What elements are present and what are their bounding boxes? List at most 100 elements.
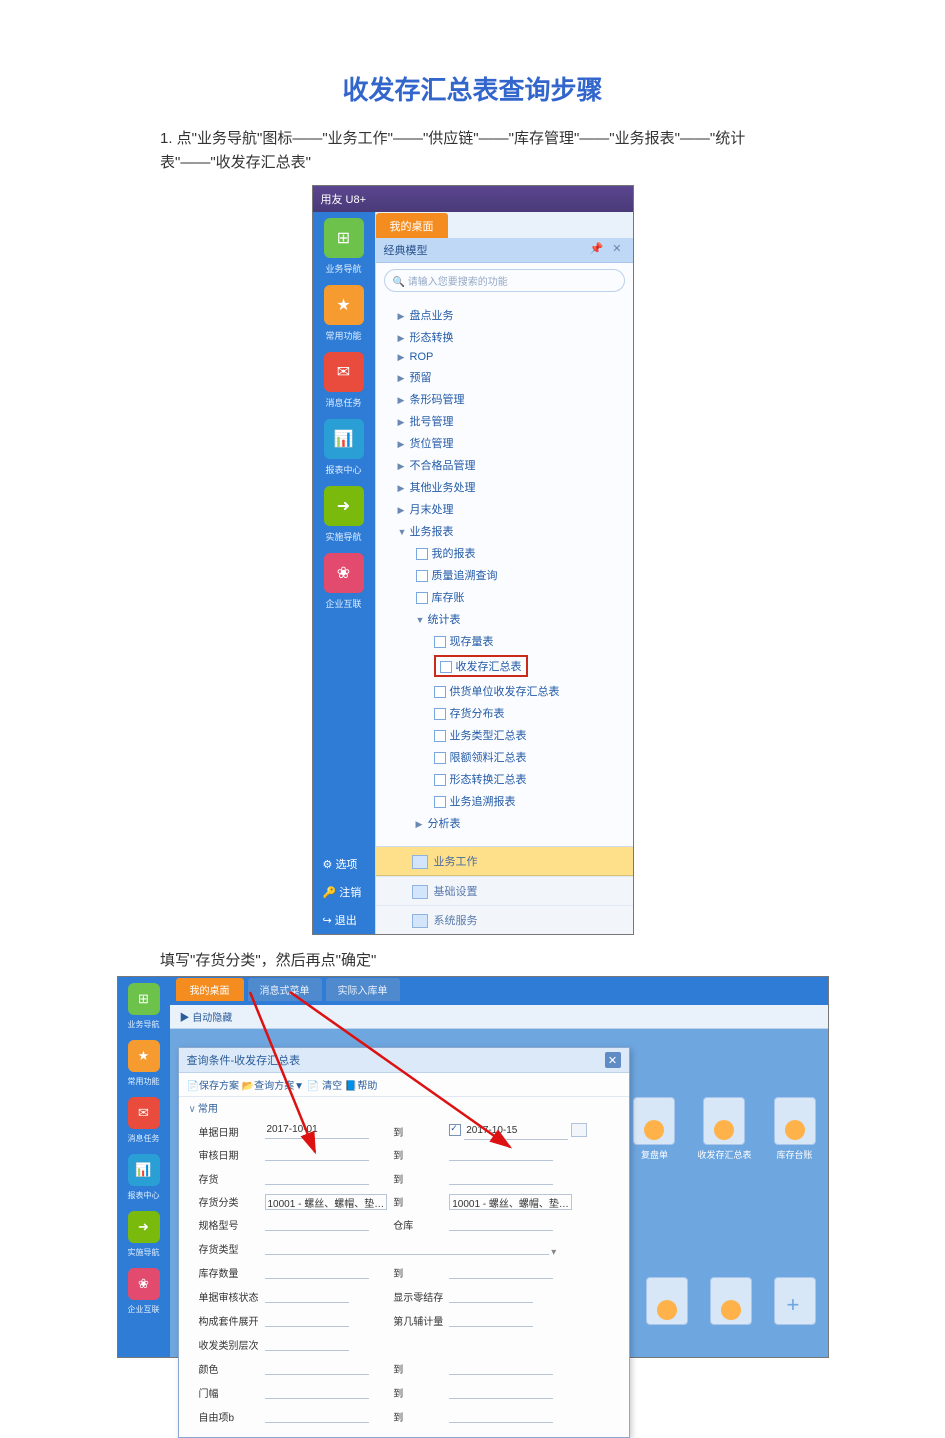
tab-inbound[interactable]: 实际入库单 xyxy=(326,978,400,1001)
desk-shortcut[interactable] xyxy=(646,1277,688,1328)
cat-to-input[interactable]: 10001 - 螺丝、螺帽、垫… xyxy=(449,1194,572,1210)
tab-menu[interactable]: 消息式菜单 xyxy=(248,978,322,1001)
dialog-section[interactable]: ∨常用 xyxy=(179,1097,629,1118)
nav-icon-message[interactable]: ✉ xyxy=(128,1097,160,1129)
tree-item[interactable]: 存货分布表 xyxy=(434,702,633,724)
nav-icon-report[interactable]: 📊 xyxy=(324,419,364,459)
size-to-input[interactable] xyxy=(449,1384,553,1399)
nav-icon-business[interactable]: ⊞ xyxy=(128,983,160,1015)
desk-add[interactable] xyxy=(774,1277,816,1328)
nav-icon-impl[interactable]: ➜ xyxy=(128,1211,160,1243)
show-zero-input[interactable] xyxy=(449,1288,533,1303)
desk-shortcut[interactable]: 收发存汇总表 xyxy=(697,1097,751,1161)
nav-label: 消息任务 xyxy=(128,1133,160,1144)
label-to: 到 xyxy=(393,1357,449,1381)
tree-item[interactable]: 业务追溯报表 xyxy=(434,790,633,812)
unit2-input[interactable] xyxy=(449,1312,533,1327)
label-to: 到 xyxy=(393,1261,449,1285)
search-input[interactable]: 🔍 请输入您要搜索的功能 xyxy=(384,269,625,292)
tree-item[interactable]: 现存量表 xyxy=(434,630,633,652)
tree-item-highlighted[interactable]: 收发存汇总表 xyxy=(434,652,633,680)
color-from-input[interactable] xyxy=(265,1360,369,1375)
tree-item-reports[interactable]: ▼业务报表 xyxy=(398,520,633,542)
cat-system-service[interactable]: 系统服务 xyxy=(376,905,633,934)
nav-icon-report[interactable]: 📊 xyxy=(128,1154,160,1186)
auto-hide-bar[interactable]: ▶ 自动隐藏 xyxy=(170,1005,828,1029)
tab-strip: 我的桌面 消息式菜单 实际入库单 xyxy=(170,977,828,1005)
nav-icon-ent[interactable]: ❀ xyxy=(324,553,364,593)
custom-to-input[interactable] xyxy=(449,1408,553,1423)
tree-item[interactable]: ▶批号管理 xyxy=(398,410,633,432)
tree-item[interactable]: 我的报表 xyxy=(416,542,633,564)
tree-item[interactable]: ▶ROP xyxy=(398,348,633,366)
tree-item-stats[interactable]: ▼统计表 xyxy=(416,608,633,630)
tree-item[interactable]: ▶形态转换 xyxy=(398,326,633,348)
close-icon[interactable]: ✕ xyxy=(605,1052,621,1068)
label-to: 到 xyxy=(393,1120,449,1143)
spec-input[interactable] xyxy=(265,1216,369,1231)
sum-level-input[interactable] xyxy=(265,1336,349,1351)
tree-item[interactable]: 业务类型汇总表 xyxy=(434,724,633,746)
cat-business-work[interactable]: 业务工作 xyxy=(376,847,633,876)
footer-options[interactable]: ⚙ 选项 xyxy=(313,850,375,878)
tree-item[interactable]: 形态转换汇总表 xyxy=(434,768,633,790)
tree-item[interactable]: ▶货位管理 xyxy=(398,432,633,454)
desk-shortcut[interactable]: 复盘单 xyxy=(633,1097,675,1161)
cat-basic-settings[interactable]: 基础设置 xyxy=(376,876,633,905)
dropdown-icon[interactable]: ▾ xyxy=(551,1247,556,1258)
color-to-input[interactable] xyxy=(449,1360,553,1375)
audit-to-input[interactable] xyxy=(449,1146,553,1161)
inv-to-input[interactable] xyxy=(449,1170,553,1185)
size-from-input[interactable] xyxy=(265,1384,369,1399)
nav-icon-common[interactable]: ★ xyxy=(324,285,364,325)
build-input[interactable] xyxy=(265,1312,349,1327)
footer-exit[interactable]: ↪ 退出 xyxy=(313,906,375,934)
tree-item[interactable]: ▶盘点业务 xyxy=(398,304,633,326)
tree-item[interactable]: ▶不合格品管理 xyxy=(398,454,633,476)
tab-desktop[interactable]: 我的桌面 xyxy=(176,978,244,1001)
step-1-text: 1. 点"业务导航"图标——"业务工作"——"供应链"——"库存管理"——"业务… xyxy=(160,127,775,175)
nav-icon-impl[interactable]: ➜ xyxy=(324,486,364,526)
dialog-toolbar[interactable]: 📄保存方案 📂查询方案▼ 📄 清空 📘帮助 xyxy=(179,1073,629,1097)
qty-to-input[interactable] xyxy=(449,1264,553,1279)
inv-from-input[interactable] xyxy=(265,1170,369,1185)
section-label: 经典模型 xyxy=(384,242,428,258)
footer-logout[interactable]: 🔑 注销 xyxy=(313,878,375,906)
desk-shortcut[interactable]: 库存台账 xyxy=(774,1097,816,1161)
audit-state-input[interactable] xyxy=(265,1288,349,1303)
nav-label: 消息任务 xyxy=(325,396,361,409)
tree-item[interactable]: 质量追溯查询 xyxy=(416,564,633,586)
nav-icon-common[interactable]: ★ xyxy=(128,1040,160,1072)
desktop-shortcuts: 复盘单 收发存汇总表 库存台账 xyxy=(633,1097,815,1161)
tree-item[interactable]: ▶其他业务处理 xyxy=(398,476,633,498)
tree-item[interactable]: ▶预留 xyxy=(398,366,633,388)
nav-icon-business[interactable]: ⊞ xyxy=(324,218,364,258)
inv-type-input[interactable] xyxy=(265,1240,549,1255)
nav-icon-ent[interactable]: ❀ xyxy=(128,1268,160,1300)
nav-tree: ▶盘点业务 ▶形态转换 ▶ROP ▶预留 ▶条形码管理 ▶批号管理 ▶货位管理 … xyxy=(376,298,633,846)
label-audit: 审核日期 xyxy=(199,1143,265,1167)
date-from-input[interactable]: 2017-10-01 xyxy=(265,1124,369,1139)
tree-item[interactable]: ▶条形码管理 xyxy=(398,388,633,410)
nav-icon-message[interactable]: ✉ xyxy=(324,352,364,392)
tree-item[interactable]: ▶分析表 xyxy=(416,812,633,834)
audit-from-input[interactable] xyxy=(265,1146,369,1161)
nav-label: 报表中心 xyxy=(128,1190,160,1201)
desk-shortcut[interactable] xyxy=(710,1277,752,1328)
checkbox-icon[interactable] xyxy=(449,1124,461,1136)
tab-desktop[interactable]: 我的桌面 xyxy=(376,213,448,238)
calendar-icon[interactable] xyxy=(571,1123,587,1137)
window-buttons[interactable]: 📌 ✕ xyxy=(590,242,625,258)
bottom-categories: 业务工作 基础设置 系统服务 xyxy=(376,846,633,934)
date-to-input[interactable]: 2017-10-15 xyxy=(464,1125,568,1140)
label-to: 到 xyxy=(393,1167,449,1191)
tree-item[interactable]: 供货单位收发存汇总表 xyxy=(434,680,633,702)
qty-from-input[interactable] xyxy=(265,1264,369,1279)
wh-input[interactable] xyxy=(449,1216,553,1231)
tree-item[interactable]: ▶月末处理 xyxy=(398,498,633,520)
cat-from-input[interactable]: 10001 - 螺丝、螺帽、垫… xyxy=(265,1194,388,1210)
label-stock-qty: 库存数量 xyxy=(199,1261,265,1285)
tree-item[interactable]: 库存账 xyxy=(416,586,633,608)
custom-from-input[interactable] xyxy=(265,1408,369,1423)
tree-item[interactable]: 限额领料汇总表 xyxy=(434,746,633,768)
